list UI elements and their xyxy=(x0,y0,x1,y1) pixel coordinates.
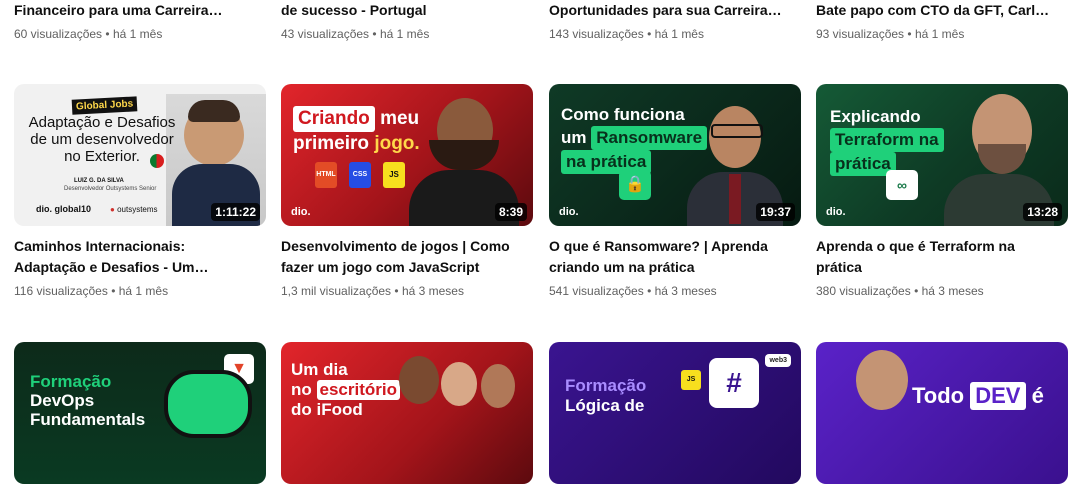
upload-age: há 1 mês xyxy=(118,284,169,298)
video-duration: 19:37 xyxy=(756,203,795,221)
css3-icon: CSS xyxy=(349,162,371,188)
view-count: 541 visualizações xyxy=(549,284,644,298)
video-thumbnail[interactable]: Um dia no escritório do iFood xyxy=(281,342,533,484)
web3-badge: web3 xyxy=(765,354,791,367)
separator-dot: • xyxy=(372,27,377,41)
view-count: 1,3 mil visualizações xyxy=(281,284,392,298)
video-duration: 1:11:22 xyxy=(211,203,260,221)
portugal-flag-icon xyxy=(150,154,164,168)
video-thumbnail[interactable]: Global Jobs Adaptação e Desafios de um d… xyxy=(14,84,266,226)
video-meta: 116 visualizações • há 1 mês xyxy=(14,283,266,299)
video-title[interactable]: Oportunidades para sua Carreira… xyxy=(549,0,789,21)
video-details: Caminhos Internacionais: Adaptação e Des… xyxy=(14,236,266,299)
dio-global-logo: dio. global10 xyxy=(36,204,92,214)
dio-logo: dio. xyxy=(559,206,579,218)
video-thumbnail[interactable]: Explicando Terraform na prática ∞ dio. 1… xyxy=(816,84,1068,226)
video-thumbnail[interactable]: Como funciona um Ransomware na prática 🔒… xyxy=(549,84,801,226)
separator-dot: • xyxy=(907,27,912,41)
video-card-top-3[interactable]: Oportunidades para sua Carreira… 143 vis… xyxy=(549,0,801,42)
video-meta: 380 visualizações • há 3 meses xyxy=(816,283,1068,299)
thumbnail-headline: Um dia no escritório do iFood xyxy=(291,360,400,420)
video-title-line[interactable]: criando um na prática xyxy=(549,257,789,278)
presenter-role: Desenvolvedor Outsystems Senior xyxy=(64,186,157,192)
video-title-line[interactable]: prática xyxy=(816,257,1056,278)
video-thumbnail[interactable]: Todo DEV é xyxy=(816,342,1068,484)
dio-logo: dio. xyxy=(291,206,311,218)
video-title-line[interactable]: Caminhos Internacionais: xyxy=(14,236,254,257)
dio-logo: dio. xyxy=(826,206,846,218)
video-title-line[interactable]: fazer um jogo com JavaScript xyxy=(281,257,521,278)
video-duration: 8:39 xyxy=(494,203,527,221)
video-meta: 541 visualizações • há 3 meses xyxy=(549,283,801,299)
video-title[interactable]: de sucesso - Portugal xyxy=(281,0,521,21)
video-title-line[interactable]: Desenvolvimento de jogos | Como xyxy=(281,236,521,257)
thumbnail-headline: Como funciona um Ransomware na prática xyxy=(561,104,708,174)
view-count: 380 visualizações xyxy=(816,284,911,298)
javascript-icon: JS xyxy=(681,370,701,390)
video-meta: 43 visualizações • há 1 mês xyxy=(281,26,533,42)
presenter-photo xyxy=(856,350,908,410)
global-jobs-badge: Global Jobs xyxy=(71,96,138,115)
outsystems-logo: ● outsystems xyxy=(110,205,158,214)
video-card-top-1[interactable]: Financeiro para uma Carreira… 60 visuali… xyxy=(14,0,266,42)
tech-chips: HTML CSS JS xyxy=(315,162,405,188)
video-details: Aprenda o que é Terraform na prática 380… xyxy=(816,236,1068,299)
view-count: 43 visualizações xyxy=(281,27,370,41)
video-duration: 13:28 xyxy=(1023,203,1062,221)
video-title-line[interactable]: Adaptação e Desafios - Um… xyxy=(14,257,254,278)
video-meta: 1,3 mil visualizações • há 3 meses xyxy=(281,283,533,299)
video-title[interactable]: Bate papo com CTO da GFT, Carlo… xyxy=(816,0,1056,21)
upload-age: há 1 mês xyxy=(654,27,704,41)
devops-mascot-icon xyxy=(164,370,252,438)
thumbnail-headline: Criando meu primeiro jogo. xyxy=(293,106,420,154)
video-card-top-2[interactable]: de sucesso - Portugal 43 visualizações •… xyxy=(281,0,533,42)
video-meta: 143 visualizações • há 1 mês xyxy=(549,26,801,42)
separator-dot: • xyxy=(914,284,919,298)
thumbnail-headline: Formação DevOps Fundamentals xyxy=(30,372,146,429)
presenter-photo xyxy=(441,362,477,406)
upload-age: há 1 mês xyxy=(379,27,430,41)
presenter-name: LUIZ G. DA SILVA xyxy=(74,178,124,184)
thumbnail-headline: Todo DEV é xyxy=(912,382,1044,410)
view-count: 116 visualizações xyxy=(14,284,108,298)
thumbnail-headline: Explicando Terraform na prática xyxy=(830,106,944,176)
hash-icon: # xyxy=(709,358,759,408)
view-count: 143 visualizações xyxy=(549,27,644,41)
upload-age: há 1 mês xyxy=(914,27,965,41)
video-card-top-4[interactable]: Bate papo com CTO da GFT, Carlo… 93 visu… xyxy=(816,0,1068,42)
video-details: O que é Ransomware? | Aprenda criando um… xyxy=(549,236,801,299)
view-count: 93 visualizações xyxy=(816,27,905,41)
video-title-line[interactable]: Aprenda o que é Terraform na xyxy=(816,236,1056,257)
separator-dot: • xyxy=(647,284,652,298)
presenter-photo xyxy=(481,364,515,408)
upload-age: há 3 meses xyxy=(921,284,984,298)
presenter-photo xyxy=(399,356,439,404)
video-meta: 93 visualizações • há 1 mês xyxy=(816,26,1068,42)
video-thumbnail[interactable]: web3 JS Formação Lógica de # xyxy=(549,342,801,484)
upload-age: há 1 mês xyxy=(112,27,163,41)
video-title-line[interactable]: O que é Ransomware? | Aprenda xyxy=(549,236,789,257)
video-meta: 60 visualizações • há 1 mês xyxy=(14,26,266,42)
separator-dot: • xyxy=(111,284,116,298)
separator-dot: • xyxy=(105,27,110,41)
separator-dot: • xyxy=(647,27,652,41)
infinity-icon: ∞ xyxy=(886,170,918,200)
upload-age: há 3 meses xyxy=(401,284,464,298)
view-count: 60 visualizações xyxy=(14,27,103,41)
video-thumbnail[interactable]: Criando meu primeiro jogo. HTML CSS JS d… xyxy=(281,84,533,226)
upload-age: há 3 meses xyxy=(654,284,717,298)
video-thumbnail[interactable]: ▼ Formação DevOps Fundamentals xyxy=(14,342,266,484)
video-title[interactable]: Financeiro para uma Carreira… xyxy=(14,0,254,21)
video-details: Desenvolvimento de jogos | Como fazer um… xyxy=(281,236,533,299)
html5-icon: HTML xyxy=(315,162,337,188)
lock-icon: 🔒 xyxy=(619,170,651,200)
thumbnail-headline: Formação Lógica de xyxy=(565,376,647,415)
separator-dot: • xyxy=(394,284,399,298)
javascript-icon: JS xyxy=(383,162,405,188)
